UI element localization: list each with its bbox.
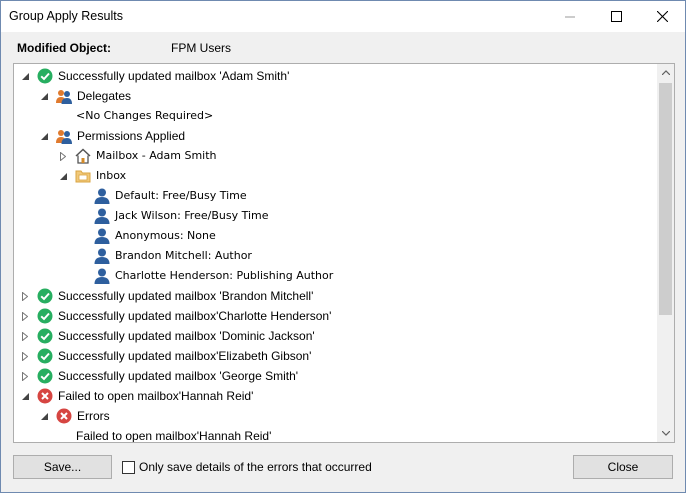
user-icon bbox=[94, 248, 110, 264]
tree-row-label: Jack Wilson: Free/Busy Time bbox=[115, 209, 269, 222]
errors-only-checkbox[interactable] bbox=[122, 461, 135, 474]
minimize-icon bbox=[565, 16, 575, 17]
close-window-button[interactable] bbox=[639, 1, 685, 32]
error-x-icon bbox=[37, 388, 53, 404]
user-icon bbox=[94, 228, 110, 244]
user-icon bbox=[94, 208, 110, 224]
tree-row-label: Brandon Mitchell: Author bbox=[115, 249, 252, 262]
inbox-folder-icon bbox=[75, 168, 91, 184]
modified-object-label: Modified Object: bbox=[17, 41, 111, 55]
modified-object-value: FPM Users bbox=[171, 41, 231, 55]
users-icon bbox=[56, 88, 72, 104]
success-check-icon bbox=[37, 308, 53, 324]
expanded-triangle-icon[interactable] bbox=[20, 386, 30, 406]
expanded-triangle-icon[interactable] bbox=[39, 86, 49, 106]
success-check-icon bbox=[37, 328, 53, 344]
expanded-triangle-icon[interactable] bbox=[39, 126, 49, 146]
expanded-triangle-icon[interactable] bbox=[58, 166, 68, 186]
home-icon bbox=[75, 148, 91, 164]
tree-row-label: Failed to open mailbox'Hannah Reid' bbox=[58, 389, 254, 403]
tree-row-label: Successfully updated mailbox'Elizabeth G… bbox=[58, 349, 312, 363]
collapsed-triangle-icon[interactable] bbox=[20, 306, 30, 326]
window-title: Group Apply Results bbox=[9, 9, 123, 23]
tree-row-label: Delegates bbox=[77, 89, 132, 103]
error-x-icon bbox=[56, 408, 72, 424]
dialog-window: Group Apply Results Modified Object: FPM… bbox=[0, 0, 686, 493]
chevron-up-icon bbox=[661, 70, 670, 75]
tree-row-label: Errors bbox=[77, 409, 110, 423]
maximize-icon bbox=[610, 11, 622, 22]
collapsed-triangle-icon[interactable] bbox=[20, 286, 30, 306]
collapsed-triangle-icon[interactable] bbox=[20, 326, 30, 346]
maximize-button[interactable] bbox=[593, 1, 639, 32]
scrollbar-thumb[interactable] bbox=[659, 83, 672, 315]
tree-row-label: Successfully updated mailbox 'Dominic Ja… bbox=[58, 329, 315, 343]
tree-row-label: Charlotte Henderson: Publishing Author bbox=[115, 269, 334, 282]
success-check-icon bbox=[37, 348, 53, 364]
errors-only-label: Only save details of the errors that occ… bbox=[139, 460, 372, 474]
tree-row-label: Mailbox - Adam Smith bbox=[96, 149, 217, 162]
close-button[interactable]: Close bbox=[573, 455, 673, 479]
tree-row-label: Successfully updated mailbox 'Brandon Mi… bbox=[58, 289, 314, 303]
scroll-down-button[interactable] bbox=[657, 425, 674, 442]
chevron-down-icon bbox=[661, 431, 670, 436]
tree-row-label: <No Changes Required> bbox=[76, 109, 214, 122]
user-icon bbox=[94, 268, 110, 284]
tree-row-label: Anonymous: None bbox=[115, 229, 216, 242]
success-check-icon bbox=[37, 68, 53, 84]
vertical-scrollbar[interactable] bbox=[657, 64, 674, 442]
results-tree[interactable]: Successfully updated mailbox 'Adam Smith… bbox=[13, 63, 675, 443]
close-icon bbox=[656, 11, 668, 22]
tree-row-label: Inbox bbox=[96, 169, 127, 182]
collapsed-triangle-icon[interactable] bbox=[58, 146, 68, 166]
success-check-icon bbox=[37, 368, 53, 384]
expanded-triangle-icon[interactable] bbox=[39, 406, 49, 426]
users-icon bbox=[56, 128, 72, 144]
tree-row-label: Successfully updated mailbox 'George Smi… bbox=[58, 369, 299, 383]
title-bar[interactable]: Group Apply Results bbox=[1, 1, 685, 32]
modified-object-row: Modified Object: FPM Users bbox=[17, 41, 677, 57]
tree-row-label: Successfully updated mailbox'Charlotte H… bbox=[58, 309, 332, 323]
user-icon bbox=[94, 188, 110, 204]
tree-row-label: Permissions Applied bbox=[77, 129, 186, 143]
minimize-button[interactable] bbox=[547, 1, 593, 32]
expanded-triangle-icon[interactable] bbox=[20, 66, 30, 86]
scroll-up-button[interactable] bbox=[657, 64, 674, 81]
save-button[interactable]: Save... bbox=[13, 455, 112, 479]
collapsed-triangle-icon[interactable] bbox=[20, 346, 30, 366]
success-check-icon bbox=[37, 288, 53, 304]
tree-row-label: Default: Free/Busy Time bbox=[115, 189, 247, 202]
tree-row-label: Successfully updated mailbox 'Adam Smith… bbox=[58, 69, 290, 83]
collapsed-triangle-icon[interactable] bbox=[20, 366, 30, 386]
tree-row-label: Failed to open mailbox'Hannah Reid' bbox=[76, 429, 272, 443]
